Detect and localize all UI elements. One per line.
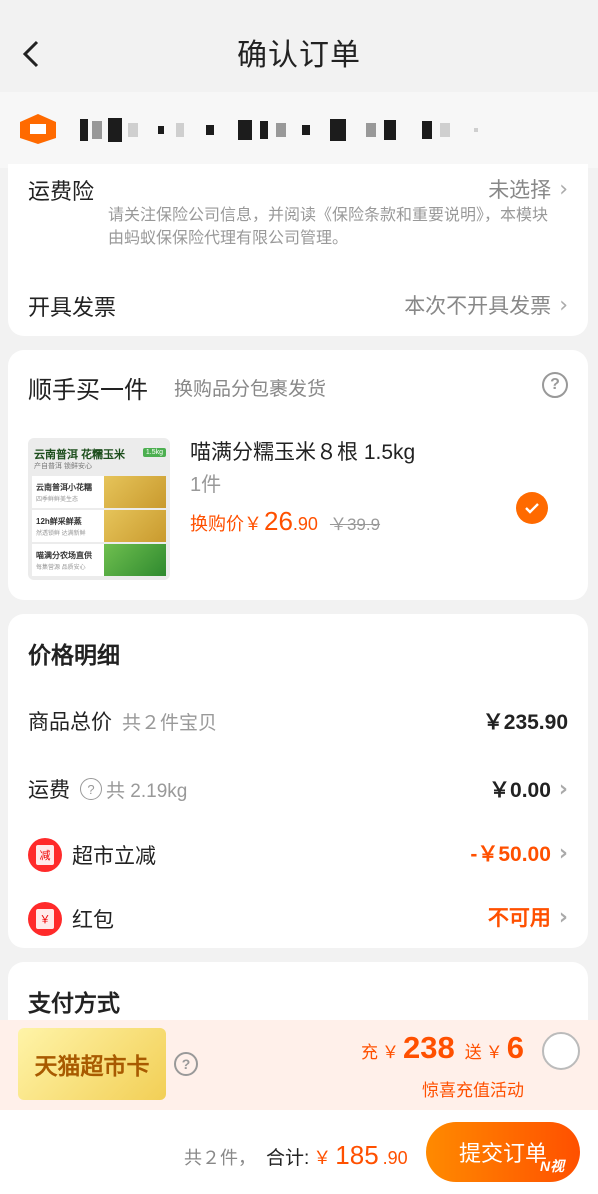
image-row-sub: 四季鲜鲜美生态	[36, 497, 79, 503]
charge-amount: 238	[403, 1030, 455, 1065]
charge-currency: ￥	[382, 1043, 400, 1062]
discount-badge-icon: 减	[28, 838, 62, 872]
chevron-right-icon: ›	[558, 776, 568, 802]
invoice-value: 本次不开具发票	[404, 295, 552, 318]
gift-currency: ￥	[485, 1043, 503, 1062]
help-icon[interactable]: ?	[542, 372, 568, 398]
help-icon[interactable]: ?	[80, 778, 102, 800]
chevron-right-icon: ›	[558, 840, 568, 866]
price-detail-card: 价格明细 商品总价 共２件宝贝 ￥235.90 运费 ? 共 2.19kg ￥0…	[8, 614, 588, 948]
farm-photo	[104, 544, 166, 576]
product-image-row: 喵满分农场直供 每集营源 品质安心	[32, 544, 166, 576]
product-image[interactable]: 云南普洱 花糯玉米 1.5kg 产自普洱 锁鲜安心 云南普洱小花糯 四季鲜鲜美生…	[28, 438, 170, 580]
row-value: ￥0.00	[489, 779, 551, 802]
product-image-row: 12h鲜采鲜蒸 然透锁鲜 达满新鲜	[32, 510, 166, 542]
row-value: -￥50.00	[470, 843, 551, 866]
tmall-logo-icon	[20, 114, 56, 144]
row-label: 商品总价	[28, 711, 112, 734]
chevron-right-icon: ›	[559, 292, 568, 318]
order-total: 共２件， 合计: ￥ 185 .90	[184, 1140, 408, 1171]
insurance-select[interactable]: 未选择 ›	[488, 174, 568, 204]
invoice-label: 开具发票	[28, 295, 117, 320]
item-count: 共２件，	[184, 1148, 256, 1168]
product-image-subtitle: 产自普洱 锁鲜安心	[34, 463, 92, 470]
image-row-title: 12h鲜采鲜蒸	[36, 517, 82, 526]
image-row-sub: 每集营源 品质安心	[36, 565, 86, 571]
product-image-row: 云南普洱小花糯 四季鲜鲜美生态	[32, 476, 166, 508]
insurance-value: 未选择	[488, 179, 552, 202]
red-packet-icon: ￥	[28, 902, 62, 936]
options-card: 运费险 未选择 › 请关注保险公司信息，并阅读《保险条款和重要说明》，本模块由蚂…	[8, 164, 588, 336]
tmall-card-promo[interactable]: 天猫超市卡 ? 充 ￥ 238 送 ￥ 6 惊喜充值活动	[0, 1020, 598, 1110]
gift-amount: 6	[506, 1030, 524, 1065]
row-label: 运费	[28, 779, 70, 802]
image-row-title: 喵满分农场直供	[36, 551, 92, 560]
page-title: 确认订单	[237, 39, 361, 72]
total-currency: ￥	[313, 1148, 332, 1168]
price-decimal: .90	[292, 514, 318, 534]
row-extra: 共 2.19kg	[106, 780, 188, 802]
top-nav: 确认订单	[0, 0, 598, 100]
promo-activity: 惊喜充值活动	[422, 1081, 524, 1100]
addon-checkbox[interactable]	[516, 492, 548, 524]
promo-offer: 充 ￥ 238 送 ￥ 6	[361, 1030, 524, 1066]
total-decimal: .90	[382, 1148, 408, 1168]
total-label: 合计:	[266, 1148, 310, 1169]
insurance-note: 请关注保险公司信息，并阅读《保险条款和重要说明》，本模块由蚂蚁保保险代理有限公司…	[108, 207, 549, 247]
badge-glyph: ￥	[36, 909, 54, 929]
original-price: ￥39.9	[329, 515, 381, 534]
row-extra: 共２件宝贝	[122, 712, 218, 734]
watermark: N视	[540, 1158, 565, 1174]
charge-label: 充	[361, 1043, 379, 1062]
corn-photo	[104, 510, 166, 542]
price-row-redpacket[interactable]: ￥ 红包 不可用 ›	[28, 896, 568, 936]
image-row-sub: 然透锁鲜 达满新鲜	[36, 531, 86, 537]
price-integer: 26	[264, 506, 293, 536]
price-row-discount[interactable]: 减 超市立减 -￥50.00 ›	[28, 832, 568, 872]
row-value: ￥235.90	[482, 711, 568, 734]
corn-photo	[104, 476, 166, 508]
addon-title: 顺手买一件	[28, 377, 148, 404]
row-value: 不可用	[487, 907, 551, 930]
product-name[interactable]: 喵满分糯玉米８根 1.5kg	[190, 436, 415, 466]
promo-radio[interactable]	[542, 1032, 580, 1070]
image-row-title: 云南普洱小花糯	[36, 483, 92, 492]
chevron-right-icon: ›	[559, 176, 568, 202]
row-label: 红包	[72, 909, 114, 932]
tmall-card-badge: 天猫超市卡	[18, 1028, 166, 1100]
total-integer: 185	[335, 1140, 379, 1170]
address-mosaic	[80, 112, 570, 148]
price-row-subtotal: 商品总价 共２件宝贝 ￥235.90	[28, 700, 568, 740]
price-row-shipping[interactable]: 运费 ? 共 2.19kg ￥0.00 ›	[28, 768, 568, 808]
payment-title: 支付方式	[28, 990, 120, 1016]
checkmark-icon	[525, 503, 539, 514]
gift-label: 送	[464, 1043, 482, 1062]
row-label: 超市立减	[72, 845, 156, 868]
product-image-title: 云南普洱 花糯玉米	[34, 449, 126, 461]
badge-glyph: 减	[36, 845, 54, 865]
product-price: 换购价￥ 26 .90 ￥39.9	[190, 506, 380, 537]
insurance-label: 运费险	[28, 179, 95, 204]
addon-card: 顺手买一件 换购品分包裹发货 ? 云南普洱 花糯玉米 1.5kg 产自普洱 锁鲜…	[8, 350, 588, 600]
price-detail-title: 价格明细	[28, 642, 120, 668]
product-quantity: 1件	[190, 474, 222, 496]
address-bar[interactable]	[0, 92, 598, 168]
invoice-select[interactable]: 本次不开具发票 ›	[404, 290, 568, 320]
checkout-bar: 共２件， 合计: ￥ 185 .90 提交订单	[0, 1110, 598, 1194]
help-icon[interactable]: ?	[174, 1052, 198, 1076]
addon-subtitle: 换购品分包裹发货	[174, 379, 327, 400]
chevron-right-icon: ›	[558, 904, 568, 930]
product-image-tag: 1.5kg	[142, 448, 166, 457]
price-label: 换购价￥	[190, 514, 262, 534]
